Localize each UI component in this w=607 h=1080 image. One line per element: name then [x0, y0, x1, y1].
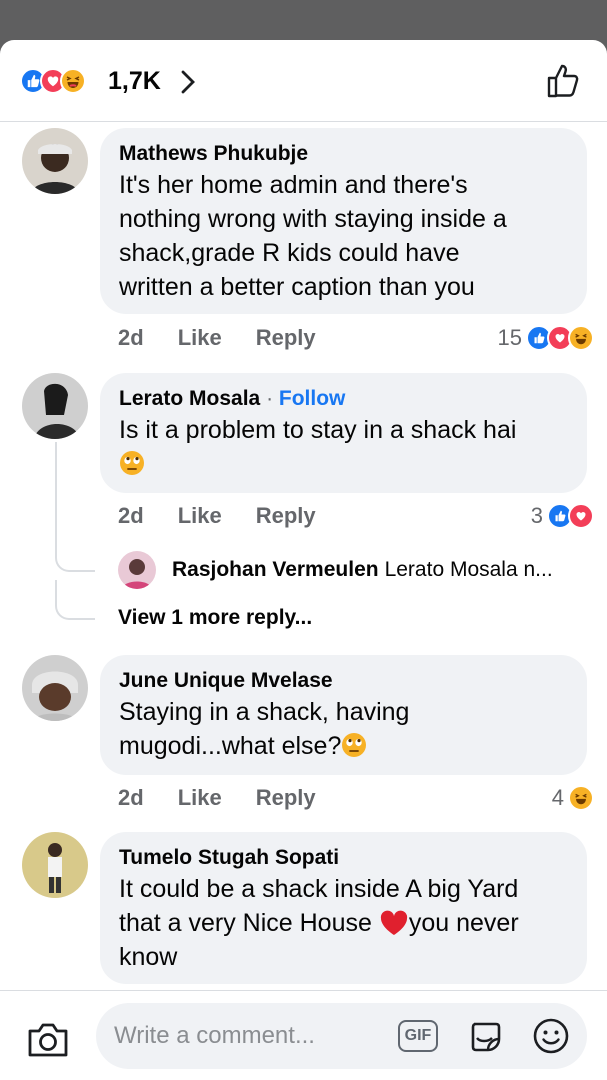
camera-icon[interactable] [26, 1021, 70, 1064]
comment-text-line: Staying in a shack, having [119, 698, 410, 726]
comment-reaction-count: 3 [530, 503, 543, 528]
comment-actions: 2d Like Reply [118, 783, 350, 813]
like-post-button[interactable] [544, 62, 582, 100]
comment-bubble[interactable]: Tumelo Stugah Sopati It could be a shack… [100, 832, 587, 984]
comment-text-line: that a very Nice House you never [119, 906, 568, 940]
avatar[interactable] [22, 373, 88, 439]
comment-text-line: It's her home admin and there's [119, 171, 468, 199]
comment-timestamp: 2d [118, 503, 144, 528]
comment-actions: 2d Like Reply [118, 323, 350, 353]
comment-emoji-line [119, 447, 568, 481]
comment-reaction-count: 4 [551, 785, 564, 810]
rolling-eyes-emoji-icon [119, 450, 145, 476]
like-button[interactable]: Like [178, 325, 222, 351]
like-button[interactable]: Like [178, 503, 222, 529]
comment-text-segment: you never [408, 909, 519, 937]
comment-composer: GIF [0, 990, 607, 1080]
comment-author[interactable]: June Unique Mvelase [119, 667, 568, 695]
reactions-summary-bar[interactable]: 1,7K [0, 40, 607, 122]
separator-dot: · [266, 387, 274, 410]
comments-sheet: 1,7K Mathews Phukubje It's her home admi… [0, 40, 607, 1080]
thread-connector [55, 534, 95, 572]
comment-text-line: know [119, 943, 178, 971]
comment-text-line: written a better caption than you [119, 273, 475, 301]
avatar[interactable] [22, 128, 88, 194]
thread-connector [55, 580, 95, 620]
comment-bubble[interactable]: Lerato Mosala · Follow Is it a problem t… [100, 373, 587, 493]
comment-text-segment: mugodi...what else? [119, 732, 342, 760]
gif-button[interactable]: GIF [398, 1020, 438, 1052]
reply-preview-text: Lerato Mosala n... [384, 558, 553, 581]
comment-text-line: Is it a problem to stay in a shack hai [119, 416, 517, 444]
comment-timestamp: 2d [118, 325, 144, 350]
love-reaction-icon [568, 503, 594, 529]
comment-reactions[interactable]: 15 [497, 323, 594, 353]
comment-author[interactable]: Mathews Phukubje [119, 140, 568, 168]
chevron-right-icon[interactable] [180, 69, 196, 100]
haha-reaction-icon [568, 325, 594, 351]
follow-button[interactable]: Follow [279, 387, 346, 410]
sticker-icon[interactable] [466, 1017, 504, 1060]
haha-reaction-icon [568, 785, 594, 811]
reply-button[interactable]: Reply [256, 785, 316, 811]
comment-author[interactable]: Lerato Mosala [119, 387, 260, 410]
reply-button[interactable]: Reply [256, 503, 316, 529]
red-heart-emoji-icon [379, 910, 409, 936]
reaction-icons [20, 68, 86, 94]
haha-reaction-icon [60, 68, 86, 94]
rolling-eyes-emoji-icon [341, 732, 367, 758]
comment-timestamp: 2d [118, 785, 144, 810]
comment-text-line: shack,grade R kids could have [119, 239, 460, 267]
avatar[interactable] [22, 832, 88, 898]
comment-author[interactable]: Tumelo Stugah Sopati [119, 844, 568, 872]
comment-reaction-count: 15 [497, 325, 522, 350]
comment-text-line: It could be a shack inside A big Yard [119, 875, 519, 903]
comment-bubble[interactable]: June Unique Mvelase Staying in a shack, … [100, 655, 587, 775]
comment-author-row: Lerato Mosala · Follow [119, 385, 568, 413]
emoji-icon[interactable] [532, 1017, 570, 1060]
comment-reactions[interactable]: 4 [551, 783, 594, 813]
avatar[interactable] [22, 655, 88, 721]
avatar[interactable] [118, 551, 156, 589]
comment-text-line: mugodi...what else? [119, 729, 568, 763]
comment-text-line: nothing wrong with staying inside a [119, 205, 507, 233]
like-button[interactable]: Like [178, 785, 222, 811]
view-more-replies-link[interactable]: View 1 more reply... [118, 606, 312, 630]
comment-actions: 2d Like Reply [118, 501, 350, 531]
reply-preview-row[interactable]: Rasjohan Vermeulen Lerato Mosala n... [118, 550, 553, 590]
comment-text-segment: that a very Nice House [119, 909, 372, 937]
reply-author[interactable]: Rasjohan Vermeulen [172, 558, 379, 582]
comment-reactions[interactable]: 3 [530, 501, 594, 531]
comment-input[interactable] [114, 1017, 394, 1055]
reaction-count: 1,7K [108, 67, 161, 95]
comment-bubble[interactable]: Mathews Phukubje It's her home admin and… [100, 128, 587, 314]
reply-button[interactable]: Reply [256, 325, 316, 351]
comment-input-container[interactable]: GIF [96, 1003, 587, 1069]
